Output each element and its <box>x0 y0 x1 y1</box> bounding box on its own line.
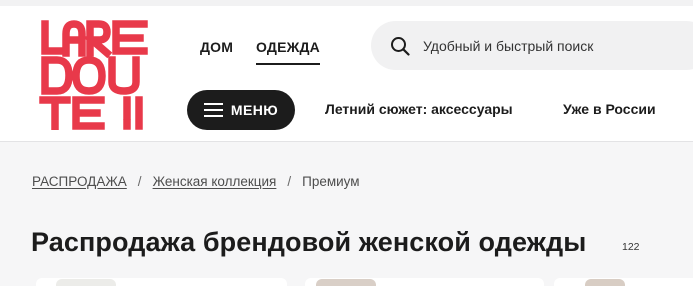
breadcrumb-separator: / <box>287 173 292 189</box>
site-header: ДОМ ОДЕЖДА МЕНЮ Летний сюжет: аксессуары… <box>0 0 693 142</box>
search-icon[interactable] <box>390 36 410 56</box>
breadcrumb-item-sale[interactable]: РАСПРОДАЖА <box>32 174 127 189</box>
page: ДОМ ОДЕЖДА МЕНЮ Летний сюжет: аксессуары… <box>0 0 693 286</box>
page-title: Распродажа брендовой женской одежды <box>31 227 587 257</box>
product-image <box>56 279 116 286</box>
product-image <box>585 279 625 286</box>
search-input[interactable] <box>421 33 685 59</box>
breadcrumb-separator: / <box>137 173 142 189</box>
title-row: Распродажа брендовой женской одежды 122 <box>31 224 640 264</box>
breadcrumb-item-womens-collection[interactable]: Женская коллекция <box>153 174 277 189</box>
nav-item-home[interactable]: ДОМ <box>200 38 233 60</box>
nav-item-clothes[interactable]: ОДЕЖДА <box>256 38 320 65</box>
brand-logo[interactable] <box>39 20 151 130</box>
promo-link-summer-accessories[interactable]: Летний сюжет: аксессуары <box>325 101 513 117</box>
product-image <box>316 279 376 286</box>
menu-button[interactable]: МЕНЮ <box>187 90 295 130</box>
menu-button-label: МЕНЮ <box>230 102 279 118</box>
search-bar[interactable] <box>371 21 693 70</box>
hamburger-icon <box>203 103 223 117</box>
promo-link-in-russia[interactable]: Уже в России <box>563 101 656 117</box>
breadcrumb: РАСПРОДАЖА / Женская коллекция / Премиум <box>32 172 360 190</box>
top-strip <box>0 0 693 6</box>
breadcrumb-item-premium: Премиум <box>302 173 360 189</box>
logo-mark <box>39 20 148 130</box>
product-count: 122 <box>622 241 640 253</box>
